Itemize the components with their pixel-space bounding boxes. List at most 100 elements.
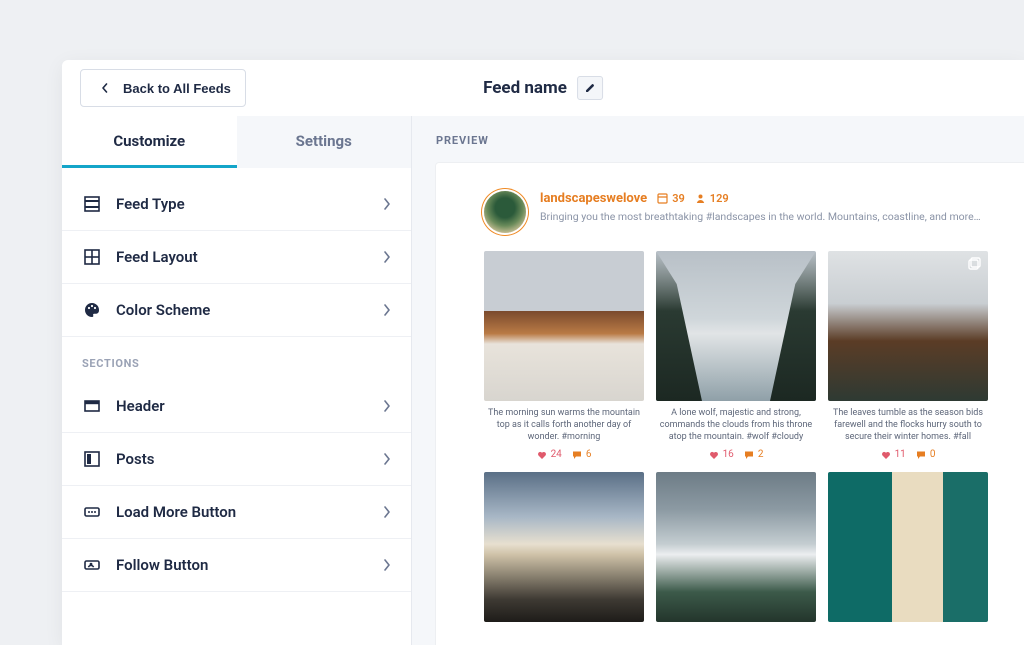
color-scheme-icon [82,300,102,320]
comment-icon [572,450,582,460]
tab-customize-label: Customize [113,132,185,150]
post-stats: 24 6 [484,449,644,460]
back-button-label: Back to All Feeds [123,81,231,96]
option-label: Color Scheme [116,301,369,319]
chevron-right-icon [383,301,391,320]
chevron-right-icon [383,503,391,522]
followers-icon [695,193,706,204]
post-stats: 16 2 [656,449,816,460]
post-thumbnail[interactable] [484,472,644,622]
posts-count-icon [657,193,668,204]
profile-posts-stat: 39 [657,192,685,205]
option-feed-layout[interactable]: Feed Layout [62,231,411,284]
post-thumbnail[interactable] [656,472,816,622]
feed-layout-icon [82,247,102,267]
post-thumbnail[interactable] [828,251,988,401]
post-card [828,472,988,622]
post-card: The morning sun warms the mountain top a… [484,251,644,460]
profile-meta: landscapeswelove 39 129 Bringing you the… [540,191,981,223]
back-to-feeds-button[interactable]: Back to All Feeds [80,69,246,107]
preview-canvas: landscapeswelove 39 129 Bringing you the… [436,163,1024,645]
post-card [656,472,816,622]
posts-grid: The morning sun warms the mountain top a… [484,251,1024,622]
profile-followers-count: 129 [710,192,729,205]
option-feed-type[interactable]: Feed Type [62,178,411,231]
heart-icon [537,450,547,460]
profile-followers-stat: 129 [695,192,729,205]
post-comments: 0 [916,449,936,460]
chevron-right-icon [383,397,391,416]
comments-count: 2 [758,449,764,460]
edit-feed-name-button[interactable] [577,76,603,100]
option-label: Header [116,397,369,415]
post-comments: 6 [572,449,592,460]
post-caption: The leaves tumble as the season bids far… [828,407,988,443]
likes-count: 11 [895,449,906,460]
post-stats: 11 0 [828,449,988,460]
customize-options: Feed Type Feed Layout [62,168,411,337]
tab-settings[interactable]: Settings [237,116,412,168]
post-thumbnail[interactable] [828,472,988,622]
profile-header: landscapeswelove 39 129 Bringing you the… [484,191,1024,233]
sections-heading: SECTIONS [62,337,411,380]
tab-customize[interactable]: Customize [62,116,237,168]
preview-heading: PREVIEW [436,134,1024,147]
heart-icon [709,450,719,460]
chevron-right-icon [383,248,391,267]
heart-icon [881,450,891,460]
post-thumbnail[interactable] [656,251,816,401]
profile-bio: Bringing you the most breathtaking #land… [540,210,981,223]
post-comments: 2 [744,449,764,460]
sidebar: Customize Settings Feed Type [62,116,412,645]
pencil-icon [584,82,596,94]
posts-icon [82,449,102,469]
post-card [484,472,644,622]
option-label: Posts [116,450,369,468]
carousel-icon [966,257,982,273]
comment-icon [744,450,754,460]
post-caption: A lone wolf, majestic and strong, comman… [656,407,816,443]
option-label: Load More Button [116,503,369,521]
option-label: Follow Button [116,556,369,574]
chevron-right-icon [383,450,391,469]
likes-count: 16 [723,449,734,460]
tab-settings-label: Settings [296,132,352,150]
header-icon [82,396,102,416]
option-color-scheme[interactable]: Color Scheme [62,284,411,337]
profile-line1: landscapeswelove 39 129 [540,191,981,206]
post-likes: 24 [537,449,562,460]
chevron-left-icon [95,78,115,98]
option-posts[interactable]: Posts [62,433,411,486]
feed-type-icon [82,194,102,214]
option-label: Feed Layout [116,248,369,266]
comments-count: 6 [586,449,592,460]
post-card: The leaves tumble as the season bids far… [828,251,988,460]
feed-title-wrap: Feed name [483,76,603,100]
option-label: Feed Type [116,195,369,213]
post-likes: 11 [881,449,906,460]
post-thumbnail[interactable] [484,251,644,401]
chevron-right-icon [383,556,391,575]
sidebar-tabs: Customize Settings [62,116,411,168]
likes-count: 24 [551,449,562,460]
top-bar: Back to All Feeds Feed name [62,60,1024,116]
post-card: A lone wolf, majestic and strong, comman… [656,251,816,460]
comments-count: 0 [930,449,936,460]
post-likes: 16 [709,449,734,460]
follow-button-icon [82,555,102,575]
avatar [484,191,526,233]
option-follow-button[interactable]: Follow Button [62,539,411,592]
chevron-right-icon [383,195,391,214]
post-caption: The morning sun warms the mountain top a… [484,407,644,443]
preview-panel: PREVIEW landscapeswelove 39 [412,116,1024,645]
body: Customize Settings Feed Type [62,116,1024,645]
load-more-icon [82,502,102,522]
section-options: Header Posts [62,380,411,592]
option-header[interactable]: Header [62,380,411,433]
profile-posts-count: 39 [672,192,685,205]
feed-name: Feed name [483,78,567,98]
app-window: Back to All Feeds Feed name Customize Se… [62,60,1024,645]
option-load-more[interactable]: Load More Button [62,486,411,539]
profile-username[interactable]: landscapeswelove [540,191,647,206]
comment-icon [916,450,926,460]
